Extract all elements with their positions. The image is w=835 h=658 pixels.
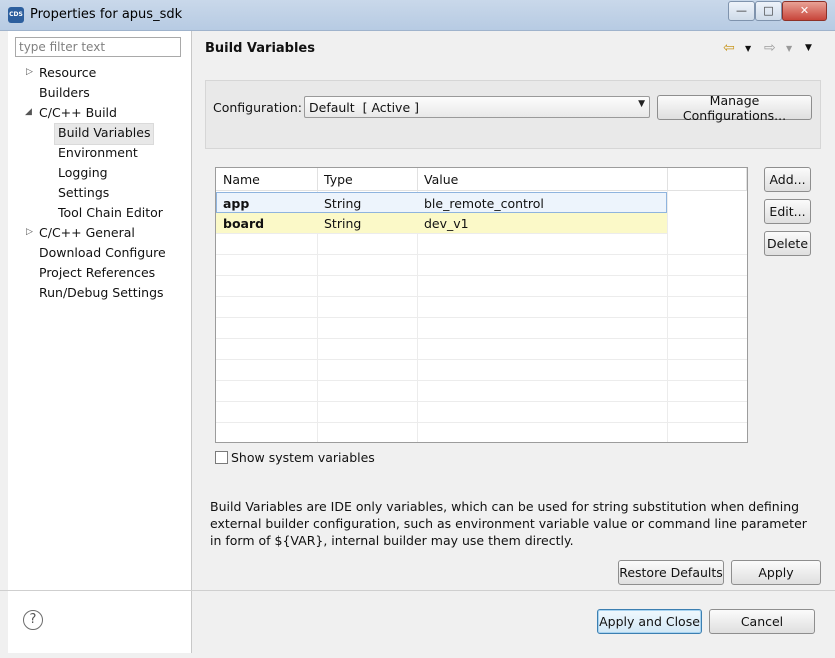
variable-name: app [223,196,250,211]
view-menu-icon[interactable]: ▼ [805,43,812,53]
variable-value: ble_remote_control [424,196,544,211]
close-button[interactable]: ✕ [782,1,827,21]
empty-row [216,318,747,339]
sidebar-item-settings[interactable]: Settings [58,183,109,203]
variables-table[interactable]: Name Type Value app String ble_remote_co… [215,167,748,443]
forward-menu-icon[interactable]: ▼ [786,44,792,53]
page-title: Build Variables [205,41,315,56]
filter-input[interactable] [15,37,181,57]
show-system-variables-label[interactable]: Show system variables [231,450,375,465]
sidebar-item-build-variables[interactable]: Build Variables [54,123,155,145]
variable-name: board [223,216,265,231]
restore-defaults-button[interactable]: Restore Defaults [618,560,724,585]
chevron-down-icon: ▼ [638,99,645,109]
expand-cc-general-icon[interactable]: ▷ [26,227,33,237]
empty-row [216,276,747,297]
maximize-button[interactable]: □ [755,1,782,21]
column-header-name[interactable]: Name [216,168,318,191]
edit-button[interactable]: Edit... [764,199,811,224]
variable-type: String [324,216,362,231]
title-bar: CDS Properties for apus_sdk — □ ✕ [0,0,835,31]
variable-type: String [324,196,362,211]
column-header-value[interactable]: Value [417,168,668,191]
expand-resource-icon[interactable]: ▷ [26,67,33,77]
configuration-select[interactable]: Default [ Active ] ▼ [304,96,650,118]
sidebar-item-builders[interactable]: Builders [39,83,90,103]
sidebar-item-project-references[interactable]: Project References [39,263,155,283]
footer-separator [0,590,835,591]
cancel-button[interactable]: Cancel [709,609,815,634]
empty-row [216,234,747,255]
empty-row [216,423,747,442]
help-icon[interactable]: ? [23,610,43,630]
empty-row [216,381,747,402]
minimize-button[interactable]: — [728,1,755,21]
empty-row [216,360,747,381]
configuration-label: Configuration: [213,100,302,115]
apply-and-close-button[interactable]: Apply and Close [597,609,702,634]
sidebar-item-cc-general[interactable]: C/C++ General [39,223,135,243]
sidebar-item-run-debug-settings[interactable]: Run/Debug Settings [39,283,164,303]
sidebar-item-cc-build[interactable]: C/C++ Build [39,103,117,123]
back-icon[interactable]: ⇦ [723,40,735,56]
table-row[interactable]: app String ble_remote_control [216,192,667,213]
collapse-cc-build-icon[interactable]: ◢ [25,107,32,117]
empty-row [216,402,747,423]
delete-button[interactable]: Delete [764,231,811,256]
apply-button[interactable]: Apply [731,560,821,585]
table-row[interactable]: board String dev_v1 [216,213,667,234]
sidebar-item-logging[interactable]: Logging [58,163,108,183]
forward-icon[interactable]: ⇨ [764,40,776,56]
show-system-variables-checkbox[interactable] [215,451,228,464]
sidebar-item-environment[interactable]: Environment [58,143,138,163]
column-header-type[interactable]: Type [317,168,418,191]
empty-row [216,339,747,360]
window-title: Properties for apus_sdk [30,7,183,22]
variable-value: dev_v1 [424,216,469,231]
empty-row [216,297,747,318]
app-icon: CDS [8,7,24,23]
column-header-filler [667,168,747,191]
sidebar-item-download-configure[interactable]: Download Configure [39,243,166,263]
manage-configurations-button[interactable]: Manage Configurations... [657,93,812,123]
back-menu-icon[interactable]: ▼ [745,44,751,53]
sidebar-item-resource[interactable]: Resource [39,63,96,83]
empty-row [216,255,747,276]
description-text: Build Variables are IDE only variables, … [210,499,807,548]
sidebar-item-tool-chain-editor[interactable]: Tool Chain Editor [58,203,163,223]
add-button[interactable]: Add... [764,167,811,192]
configuration-value: Default [ Active ] [309,100,419,115]
